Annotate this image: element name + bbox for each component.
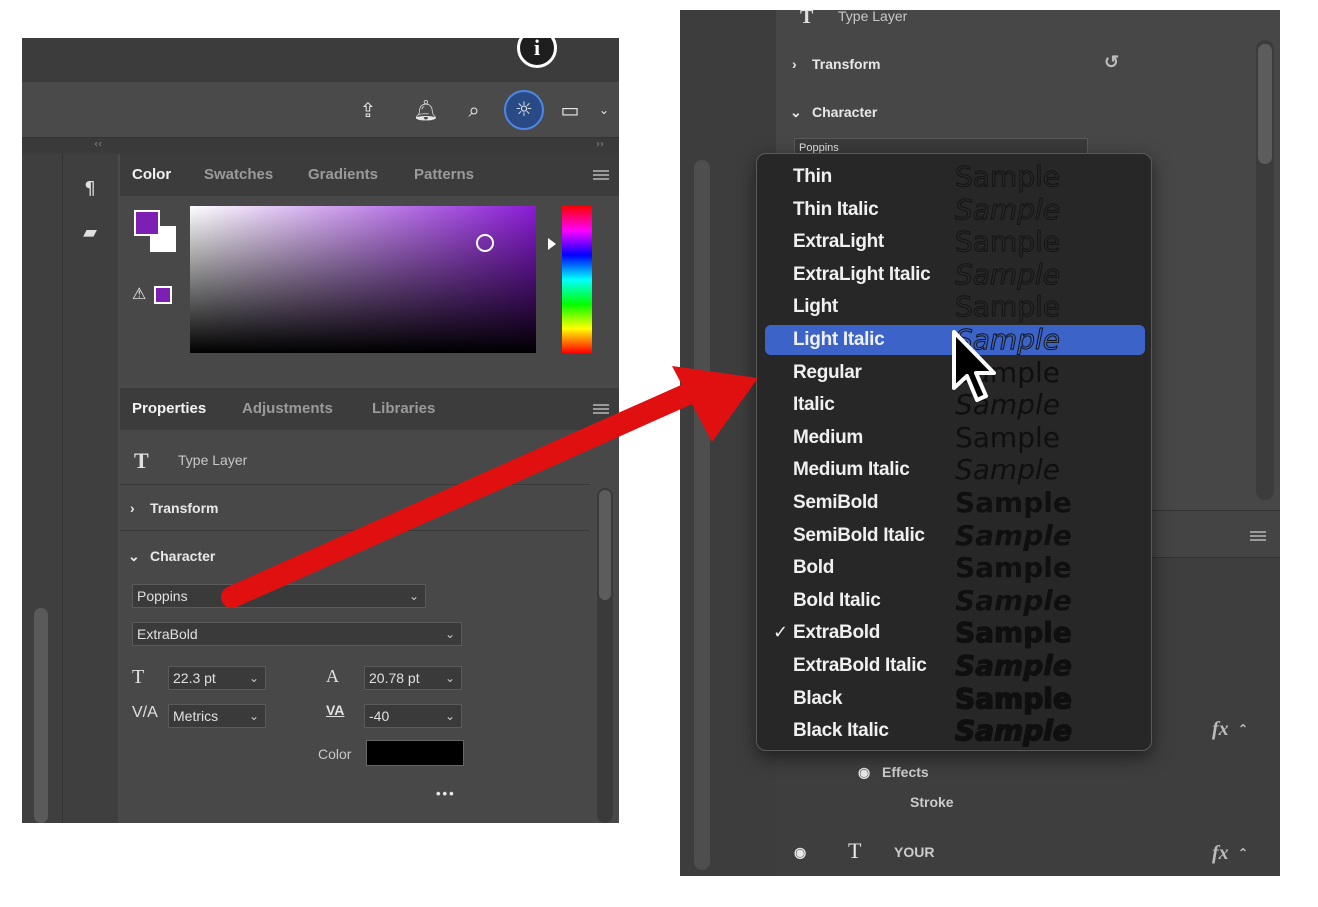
mouse-cursor-icon: [952, 330, 996, 402]
arrow-shaft: [221, 382, 701, 608]
annotation-arrow: [221, 366, 758, 608]
